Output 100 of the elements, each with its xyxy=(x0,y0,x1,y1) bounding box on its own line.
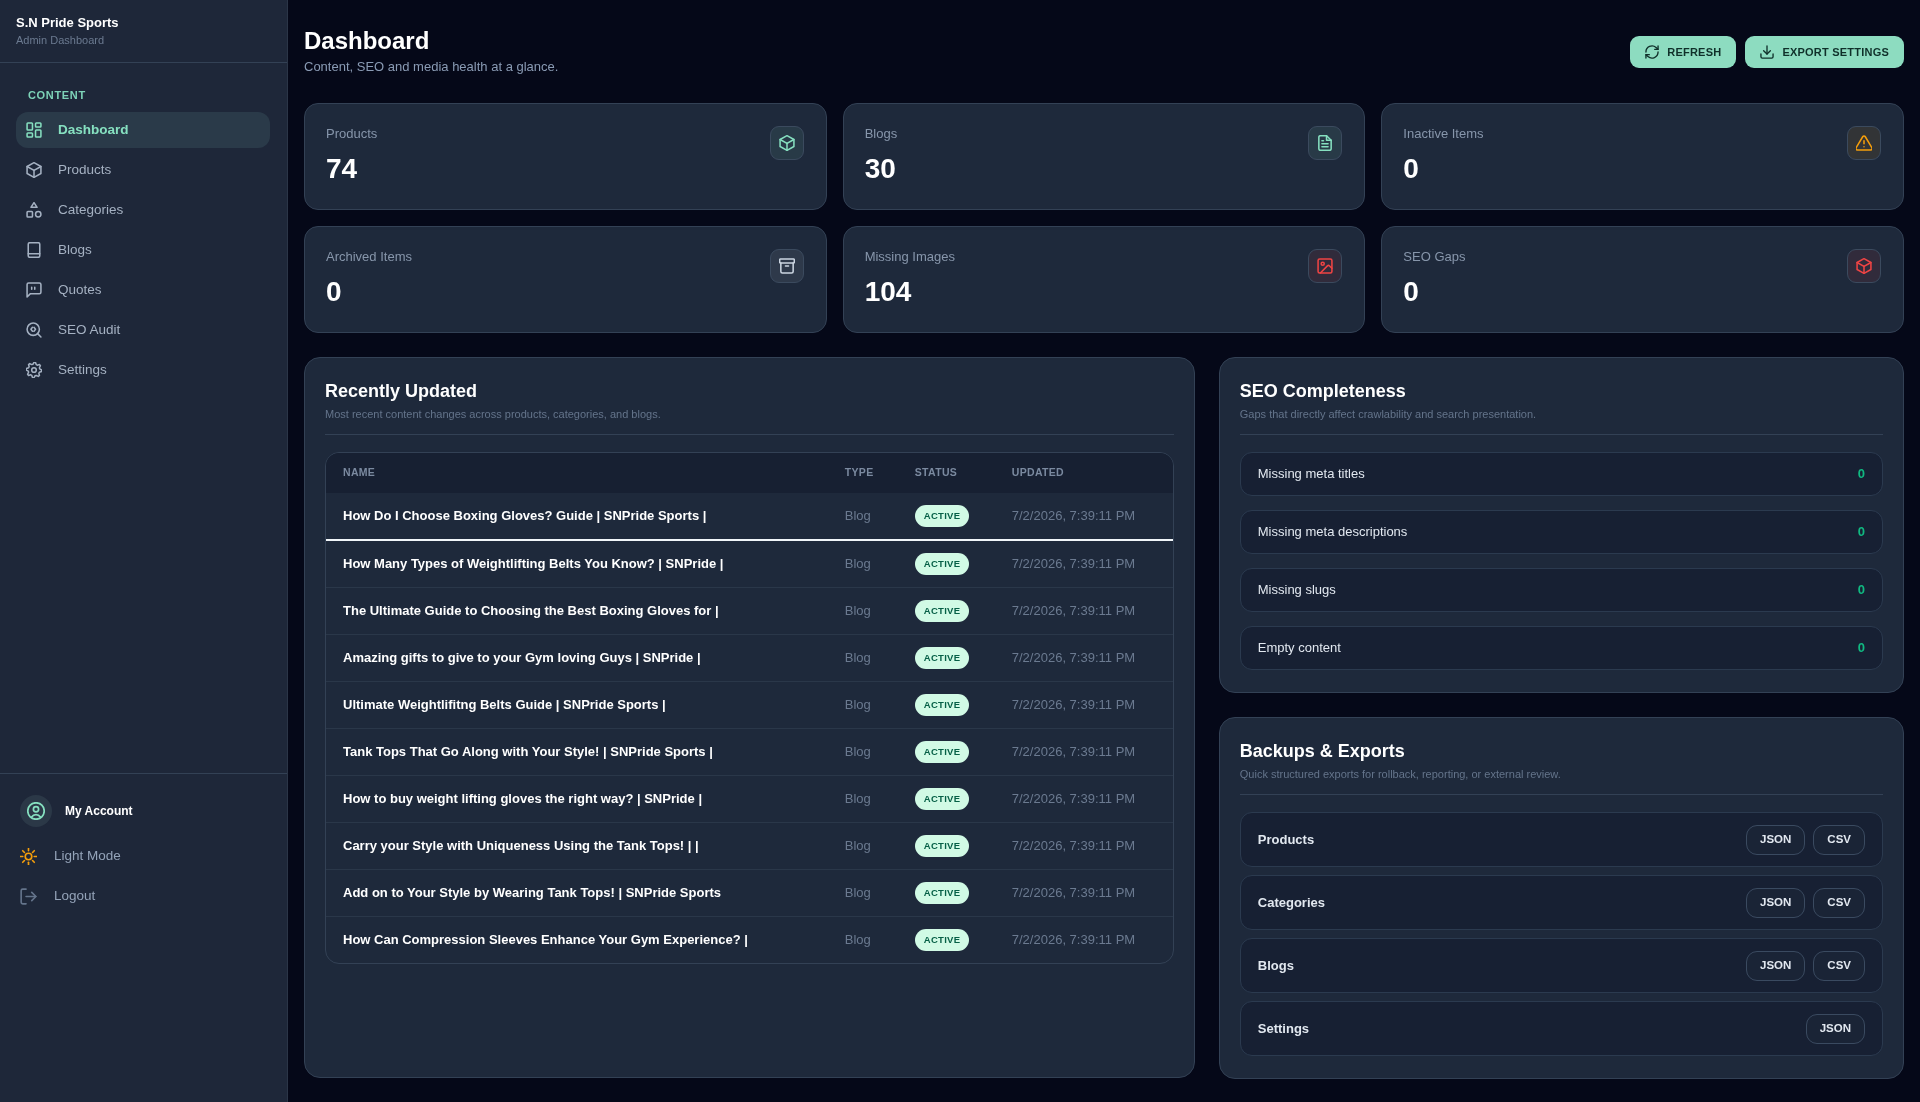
status-badge: ACTIVE xyxy=(914,740,970,763)
table-cell: 7/2/2026, 7:39:11 PM xyxy=(1011,775,1173,822)
export-format-button[interactable]: JSON xyxy=(1746,950,1806,981)
sidebar-nav-item[interactable]: Blogs xyxy=(16,232,270,268)
table-cell: 7/2/2026, 7:39:11 PM xyxy=(1011,634,1173,681)
table-cell: How Can Compression Sleeves Enhance Your Gym Experience? | xyxy=(326,916,845,963)
check-label: Missing meta titles xyxy=(1257,465,1365,484)
export-format-button[interactable]: CSV xyxy=(1813,887,1865,918)
table-row[interactable]: How Many Types of Weightlifting Belts You Know? | SNPride | Blog ACTIVE 7/2/2026, 7:39:11 PM xyxy=(326,540,1173,587)
table-cell: Blog xyxy=(844,681,915,728)
export-format-button[interactable]: JSON xyxy=(1805,1013,1865,1044)
table-cell: Blog xyxy=(844,587,915,634)
sidebar-nav-item[interactable]: Products xyxy=(16,152,270,188)
check-count: 0 xyxy=(1857,581,1865,600)
section-label: CONTENT xyxy=(28,88,86,102)
export-label: Categories xyxy=(1257,893,1325,912)
export-format-button[interactable]: CSV xyxy=(1813,824,1865,855)
table-cell: 7/2/2026, 7:39:11 PM xyxy=(1011,493,1173,540)
brand-subtitle: Admin Dashboard xyxy=(16,33,106,48)
brand-name: S.N Pride Sports xyxy=(16,14,120,31)
panel-title: SEO Completeness xyxy=(1239,380,1407,402)
table-row[interactable]: The Ultimate Guide to Choosing the Best Boxing Gloves for | Blog ACTIVE 7/2/2026, 7:39:11 PM xyxy=(326,587,1173,634)
stat-label: Missing Images xyxy=(864,248,955,266)
check-count: 0 xyxy=(1857,639,1865,658)
status-badge: ACTIVE xyxy=(914,928,970,951)
stat-value: 30 xyxy=(864,152,897,186)
table-row[interactable]: How to buy weight lifting gloves the right way? | SNPride | Blog ACTIVE 7/2/2026, 7:39:11 PM xyxy=(326,775,1173,822)
panel-subtitle: Most recent content changes across products, categories, and blogs. xyxy=(325,407,662,422)
export-format-button[interactable]: JSON xyxy=(1746,824,1806,855)
table-row[interactable]: Amazing gifts to give to your Gym loving Guys | SNPride | Blog ACTIVE 7/2/2026, 7:39:11 PM xyxy=(326,634,1173,681)
table-cell: How to buy weight lifting gloves the right way? | SNPride | xyxy=(326,775,845,822)
stat-value: 0 xyxy=(1403,275,1420,309)
refresh-icon xyxy=(1645,45,1660,59)
table-cell: Tank Tops That Go Along with Your Style! | SNPride Sports | xyxy=(326,728,845,775)
table-cell: The Ultimate Guide to Choosing the Best Boxing Gloves for | xyxy=(326,587,845,634)
check-label: Missing slugs xyxy=(1257,581,1336,600)
table-cell: How Do I Choose Boxing Gloves? Guide | SNPride Sports | xyxy=(326,493,845,540)
stat-label: Inactive Items xyxy=(1403,125,1484,143)
table-row[interactable]: Tank Tops That Go Along with Your Style! | SNPride Sports | Blog ACTIVE 7/2/2026, 7:39:11 PM xyxy=(326,728,1173,775)
theme-toggle-button[interactable]: Light Mode xyxy=(0,840,121,872)
panel-title: Backups & Exports xyxy=(1239,740,1406,762)
user-avatar-icon xyxy=(20,795,52,827)
panel-title: Recently Updated xyxy=(325,380,479,402)
table-cell: Add on to Your Style by Wearing Tank Tops! | SNPride Sports xyxy=(326,869,845,916)
stat-label: Blogs xyxy=(864,125,898,143)
export-format-button[interactable]: JSON xyxy=(1746,887,1806,918)
dashboard-icon xyxy=(26,122,42,138)
stat-label: Archived Items xyxy=(326,248,412,266)
export-label: Settings xyxy=(1257,1019,1310,1038)
shapes-icon xyxy=(26,202,42,218)
sidebar-nav-item[interactable]: Settings xyxy=(16,352,270,388)
status-badge: ACTIVE xyxy=(914,646,970,669)
logout-icon xyxy=(20,887,37,905)
check-count: 0 xyxy=(1857,523,1865,542)
table-cell: Ultimate Weightlifitng Belts Guide | SNPride Sports | xyxy=(326,681,845,728)
stat-value: 0 xyxy=(326,275,343,309)
status-badge: ACTIVE xyxy=(914,505,970,527)
export-format-button[interactable]: CSV xyxy=(1813,950,1865,981)
table-row[interactable]: Ultimate Weightlifitng Belts Guide | SNPride Sports | Blog ACTIVE 7/2/2026, 7:39:11 PM xyxy=(326,681,1173,728)
table-row[interactable]: How Can Compression Sleeves Enhance Your Gym Experience? | Blog ACTIVE 7/2/2026, 7:39:11 PM xyxy=(326,916,1173,963)
page-subtitle: Content, SEO and media health at a glance. xyxy=(304,58,559,76)
page-title: Dashboard xyxy=(304,26,431,56)
table-cell: How Many Types of Weightlifting Belts You Know? | SNPride | xyxy=(326,540,845,587)
check-label: Missing meta descriptions xyxy=(1257,523,1408,542)
status-badge: ACTIVE xyxy=(914,787,970,810)
panel-subtitle: Gaps that directly affect crawlability and search presentation. xyxy=(1239,407,1538,422)
table-row[interactable]: Add on to Your Style by Wearing Tank Tops! | SNPride Sports Blog ACTIVE 7/2/2026, 7:39:11 PM xyxy=(326,869,1173,916)
status-badge: ACTIVE xyxy=(914,599,970,622)
table-cell: 7/2/2026, 7:39:11 PM xyxy=(1011,681,1173,728)
refresh-button[interactable]: REFRESH xyxy=(1630,36,1737,68)
sidebar-nav-item[interactable]: Dashboard xyxy=(16,112,270,148)
status-badge: ACTIVE xyxy=(914,552,970,575)
table-cell: Blog xyxy=(844,493,915,540)
sidebar-nav-item[interactable]: Quotes xyxy=(16,272,270,308)
column-header: UPDATED xyxy=(1011,453,1173,493)
table-cell: 7/2/2026, 7:39:11 PM xyxy=(1011,540,1173,587)
cube-icon xyxy=(26,162,42,178)
settings-icon xyxy=(26,362,42,378)
table-cell: Blog xyxy=(844,916,915,963)
check-label: Empty content xyxy=(1257,639,1341,658)
stat-label: SEO Gaps xyxy=(1403,248,1466,266)
magnifier-icon xyxy=(26,322,42,338)
table-cell: Carry your Style with Uniqueness Using the Tank Tops! | | xyxy=(326,822,845,869)
table-cell: Blog xyxy=(844,540,915,587)
sidebar-nav-item[interactable]: Categories xyxy=(16,192,270,228)
table-cell: 7/2/2026, 7:39:11 PM xyxy=(1011,916,1173,963)
account-link[interactable]: My Account xyxy=(0,795,133,827)
table-row[interactable]: Carry your Style with Uniqueness Using the Tank Tops! | | Blog ACTIVE 7/2/2026, 7:39:11 PM xyxy=(326,822,1173,869)
table-cell: Amazing gifts to give to your Gym loving Guys | SNPride | xyxy=(326,634,845,681)
status-badge: ACTIVE xyxy=(914,881,970,904)
table-cell: Blog xyxy=(844,822,915,869)
logout-button[interactable]: Logout xyxy=(0,880,96,912)
export-settings-button[interactable]: EXPORT SETTINGS xyxy=(1745,36,1904,68)
status-badge: ACTIVE xyxy=(914,834,970,857)
column-header: STATUS xyxy=(914,453,1012,493)
table-row[interactable]: How Do I Choose Boxing Gloves? Guide | SNPride Sports | Blog ACTIVE 7/2/2026, 7:39:11 PM xyxy=(326,493,1173,540)
table-cell: Blog xyxy=(844,775,915,822)
table-cell: Blog xyxy=(844,634,915,681)
sidebar-nav-item[interactable]: SEO Audit xyxy=(16,312,270,348)
panel-subtitle: Quick structured exports for rollback, reporting, or external review. xyxy=(1239,767,1562,782)
